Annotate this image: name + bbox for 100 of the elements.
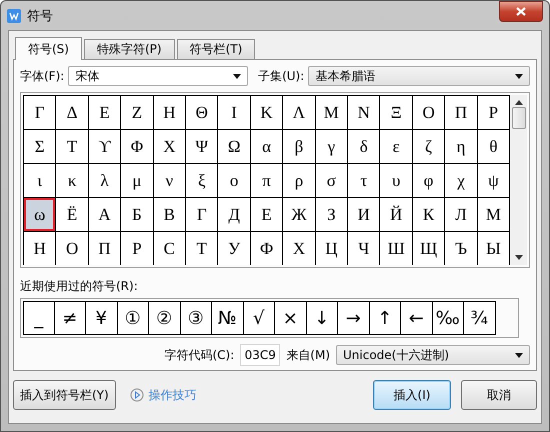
- tab[interactable]: 符号(S): [15, 37, 82, 60]
- symbol-cell[interactable]: У: [218, 232, 251, 265]
- symbol-cell[interactable]: η: [445, 130, 478, 164]
- scrollbar-thumb[interactable]: [512, 107, 526, 129]
- symbol-cell[interactable]: Ё: [56, 198, 89, 232]
- symbol-cell[interactable]: Ы: [478, 232, 510, 265]
- symbol-cell[interactable]: Н: [24, 232, 56, 265]
- symbol-cell[interactable]: Ч: [348, 232, 380, 265]
- symbol-cell[interactable]: Ъ: [445, 232, 478, 265]
- symbol-cell[interactable]: ρ: [283, 164, 316, 198]
- symbol-cell[interactable]: Х: [283, 232, 316, 265]
- symbol-cell[interactable]: β: [283, 130, 316, 164]
- encoding-dropdown[interactable]: Unicode(十六进制): [336, 345, 530, 365]
- scroll-down-icon[interactable]: [514, 255, 523, 260]
- symbol-cell[interactable]: π: [250, 164, 284, 198]
- recent-symbol-cell[interactable]: ↑: [370, 301, 401, 335]
- symbol-cell[interactable]: ω: [24, 198, 56, 232]
- symbol-cell[interactable]: А: [88, 198, 122, 232]
- symbol-cell[interactable]: Ж: [283, 198, 316, 232]
- recent-symbol-cell[interactable]: ¾: [464, 301, 496, 335]
- symbol-cell[interactable]: Χ: [154, 130, 186, 164]
- symbol-cell[interactable]: Ν: [348, 96, 380, 130]
- symbol-cell[interactable]: Θ: [186, 96, 218, 130]
- symbol-cell[interactable]: υ: [380, 164, 413, 198]
- symbol-cell[interactable]: ο: [218, 164, 251, 198]
- symbol-cell[interactable]: Ф: [250, 232, 284, 265]
- symbol-cell[interactable]: ε: [380, 130, 413, 164]
- symbol-cell[interactable]: П: [88, 232, 122, 265]
- recent-symbol-cell[interactable]: ≠: [54, 301, 86, 335]
- insert-button[interactable]: 插入(I): [373, 380, 451, 410]
- scroll-up-icon[interactable]: [514, 100, 523, 105]
- symbol-cell[interactable]: Щ: [412, 232, 446, 265]
- symbol-cell[interactable]: Ω: [218, 130, 251, 164]
- symbol-cell[interactable]: λ: [88, 164, 122, 198]
- recent-symbol-cell[interactable]: ③: [180, 301, 212, 335]
- symbol-cell[interactable]: Γ: [24, 96, 56, 130]
- symbol-cell[interactable]: μ: [121, 164, 154, 198]
- symbol-cell[interactable]: κ: [56, 164, 89, 198]
- symbol-cell[interactable]: Р: [121, 232, 154, 265]
- tips-link[interactable]: 操作技巧: [148, 386, 197, 404]
- symbol-cell[interactable]: σ: [316, 164, 348, 198]
- recent-symbol-cell[interactable]: ‰: [432, 301, 464, 335]
- symbol-cell[interactable]: γ: [316, 130, 348, 164]
- symbol-cell[interactable]: Τ: [56, 130, 89, 164]
- symbol-cell[interactable]: δ: [348, 130, 380, 164]
- symbol-cell[interactable]: З: [316, 198, 348, 232]
- recent-symbol-cell[interactable]: ②: [149, 301, 180, 335]
- tab[interactable]: 特殊字符(P): [84, 39, 175, 59]
- symbol-cell[interactable]: Л: [445, 198, 478, 232]
- recent-symbol-cell[interactable]: √: [244, 301, 275, 335]
- symbol-cell[interactable]: В: [154, 198, 186, 232]
- symbol-cell[interactable]: α: [250, 130, 284, 164]
- symbol-cell[interactable]: θ: [478, 130, 510, 164]
- symbol-cell[interactable]: Д: [218, 198, 251, 232]
- symbol-cell[interactable]: Ι: [218, 96, 251, 130]
- symbol-cell[interactable]: С: [154, 232, 186, 265]
- symbol-cell[interactable]: Ε: [88, 96, 122, 130]
- recent-symbol-cell[interactable]: →: [338, 301, 370, 335]
- symbol-cell[interactable]: К: [412, 198, 446, 232]
- symbol-cell[interactable]: χ: [445, 164, 478, 198]
- recent-symbol-cell[interactable]: ↓: [306, 301, 338, 335]
- symbol-cell[interactable]: Й: [380, 198, 413, 232]
- symbol-cell[interactable]: И: [348, 198, 380, 232]
- symbol-cell[interactable]: Ψ: [186, 130, 218, 164]
- add-to-bar-button[interactable]: 插入到符号栏(Y): [13, 380, 116, 410]
- symbol-cell[interactable]: Ш: [380, 232, 413, 265]
- symbol-cell[interactable]: Ζ: [121, 96, 154, 130]
- symbol-cell[interactable]: Σ: [24, 130, 56, 164]
- symbol-cell[interactable]: М: [478, 198, 510, 232]
- symbol-cell[interactable]: ϒ: [88, 130, 122, 164]
- symbol-cell[interactable]: Η: [154, 96, 186, 130]
- char-code-field[interactable]: 03C9: [240, 344, 280, 366]
- cancel-button[interactable]: 取消: [461, 380, 537, 410]
- tab[interactable]: 符号栏(T): [176, 39, 256, 59]
- recent-symbol-cell[interactable]: _: [23, 301, 54, 335]
- symbol-cell[interactable]: Κ: [250, 96, 284, 130]
- symbol-cell[interactable]: ψ: [478, 164, 510, 198]
- symbol-cell[interactable]: φ: [412, 164, 446, 198]
- symbol-cell[interactable]: Λ: [283, 96, 316, 130]
- symbol-cell[interactable]: Ξ: [380, 96, 413, 130]
- font-dropdown[interactable]: 宋体: [68, 66, 248, 86]
- recent-symbol-cell[interactable]: ①: [118, 301, 149, 335]
- symbol-cell[interactable]: ι: [24, 164, 56, 198]
- symbol-cell[interactable]: О: [56, 232, 89, 265]
- symbol-cell[interactable]: Μ: [316, 96, 348, 130]
- recent-symbol-cell[interactable]: ¥: [86, 301, 118, 335]
- symbol-cell[interactable]: Ρ: [478, 96, 510, 130]
- symbol-cell[interactable]: Е: [250, 198, 284, 232]
- symbol-cell[interactable]: ξ: [186, 164, 218, 198]
- symbol-cell[interactable]: ζ: [412, 130, 446, 164]
- recent-symbol-cell[interactable]: ←: [401, 301, 432, 335]
- symbol-cell[interactable]: τ: [348, 164, 380, 198]
- symbol-cell[interactable]: Δ: [56, 96, 89, 130]
- recent-symbol-cell[interactable]: №: [212, 301, 244, 335]
- symbol-cell[interactable]: Т: [186, 232, 218, 265]
- symbol-cell[interactable]: Г: [186, 198, 218, 232]
- symbol-cell[interactable]: ν: [154, 164, 186, 198]
- symbol-cell[interactable]: Ц: [316, 232, 348, 265]
- symbol-cell[interactable]: Π: [445, 96, 478, 130]
- close-button[interactable]: [499, 1, 543, 22]
